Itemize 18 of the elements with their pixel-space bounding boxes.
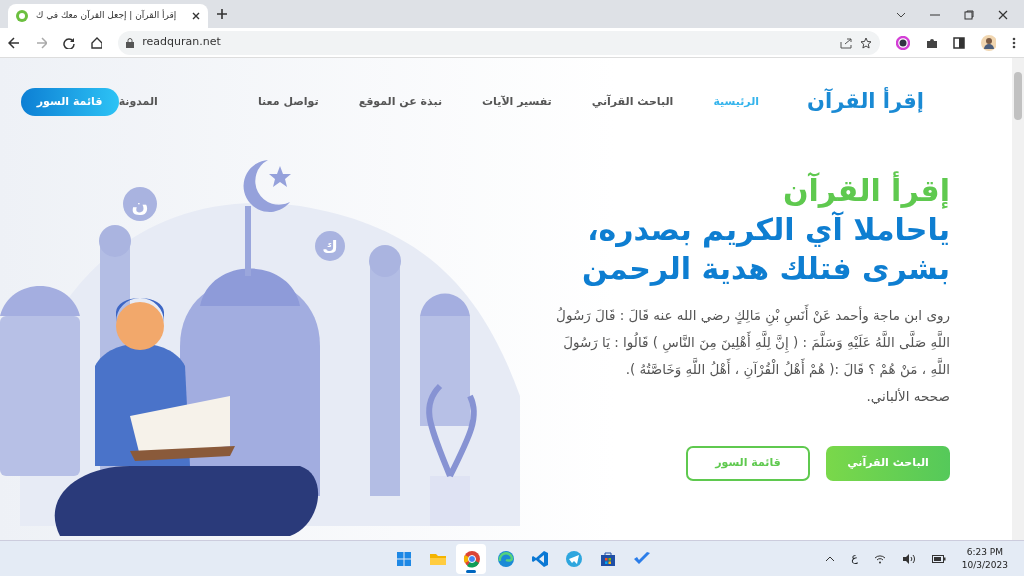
hero-title: إقرأ القرآن [782, 172, 950, 210]
nav-link[interactable]: المدونة [118, 93, 158, 111]
nav-link[interactable]: الباحث القرآني [591, 93, 674, 111]
clock-date[interactable]: 10/3/2023 [961, 558, 1008, 572]
hadith-source: صححه الألباني. [865, 386, 950, 406]
hero-subtitle-line: بشرى فتلك هدية الرحمن [581, 249, 950, 288]
browser-tab[interactable]: إقرأ القرآن | إجعل القرآن معك في ك [8, 4, 208, 28]
nav-link[interactable]: تفسير الآيات [482, 93, 552, 111]
tab-title: إقرأ القرآن | إجعل القرآن معك في ك [36, 9, 177, 23]
site-logo[interactable]: إقرأ القرآن [807, 86, 924, 118]
nav-link[interactable]: تواصل معنا [257, 93, 319, 111]
nav-link[interactable]: نبذة عن الموقع [358, 93, 443, 111]
address-bar[interactable]: readquran.net [118, 30, 881, 55]
hero-subtitle-line: ياحاملا آي الكريم بصدره، [586, 210, 950, 249]
language-indicator[interactable]: ع [851, 550, 858, 567]
url-text: readquran.net [142, 34, 221, 51]
hadith-paragraph: روى ابن ماجة وأحمد عَنْ أَنَسِ بْنِ مَالِكٍ رضي الله عنه قَالَ : قَالَ رَسُولُ اللَّهِ صَلَّى اللَّهُ عَلَيْهِ وَسَلَّمَ : ( إِنَّ لِلَّهِ أَهْلِينَ مِنَ النَّاسِ ) قَالُوا : يَا رَسُولَ اللَّهِ ، مَنْ هُمْ ؟ قَالَ :( هُمْ أَهْلُ الْقُرْآنِ ، أَهْلُ اللَّهِ وَخَاصَّتُهُ ). [555, 303, 950, 381]
clock-time[interactable]: 6:23 PM [961, 545, 1008, 559]
